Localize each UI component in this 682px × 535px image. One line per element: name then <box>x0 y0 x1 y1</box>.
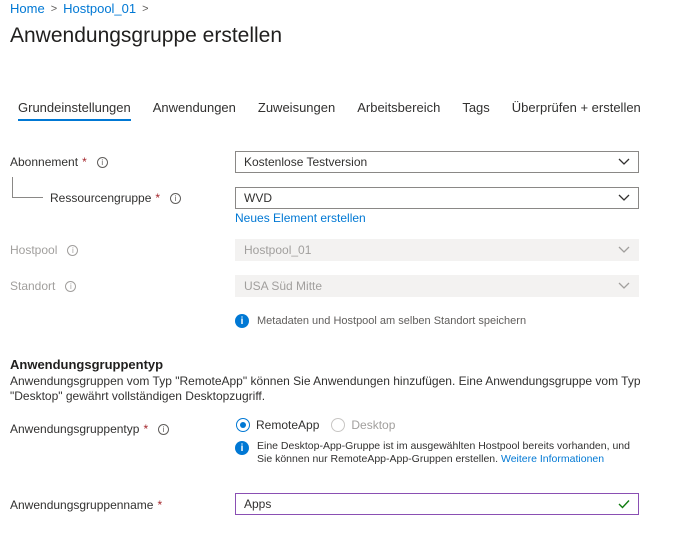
tab-ueberpruefen-erstellen[interactable]: Überprüfen + erstellen <box>512 100 641 121</box>
chevron-down-icon <box>618 282 630 289</box>
hostpool-value: Hostpool_01 <box>244 243 312 257</box>
tab-anwendungen[interactable]: Anwendungen <box>153 100 236 121</box>
breadcrumb-separator-icon: > <box>142 2 149 15</box>
location-label-text: Standort <box>10 279 56 293</box>
checkmark-icon <box>618 500 630 509</box>
required-marker: * <box>155 191 161 205</box>
tab-tags[interactable]: Tags <box>462 100 489 121</box>
section-description: Anwendungsgruppen vom Typ "RemoteApp" kö… <box>10 374 641 403</box>
resource-group-select[interactable]: WVD <box>235 187 639 209</box>
radio-desktop-label: Desktop <box>351 418 396 432</box>
app-group-type-radio-group: RemoteApp Desktop <box>236 418 395 432</box>
info-filled-icon: i <box>235 314 249 328</box>
info-icon[interactable]: i <box>96 156 108 168</box>
info-filled-icon: i <box>235 441 249 455</box>
required-marker: * <box>157 498 163 512</box>
app-group-type-label: Anwendungsgruppentyp * i <box>10 422 170 436</box>
section-heading-app-group-type: Anwendungsgruppentyp <box>10 357 164 372</box>
app-group-name-label-text: Anwendungsgruppenname <box>10 498 154 512</box>
app-group-type-note-text: Eine Desktop-App-Gruppe ist im ausgewähl… <box>257 440 635 466</box>
breadcrumb: Home > Hostpool_01 > <box>10 1 149 16</box>
info-icon[interactable]: i <box>67 244 79 256</box>
breadcrumb-home[interactable]: Home <box>10 1 45 16</box>
breadcrumb-hostpool[interactable]: Hostpool_01 <box>63 1 136 16</box>
location-select: USA Süd Mitte <box>235 275 639 297</box>
subscription-label: Abonnement * i <box>10 155 108 169</box>
subscription-select[interactable]: Kostenlose Testversion <box>235 151 639 173</box>
tab-arbeitsbereich[interactable]: Arbeitsbereich <box>357 100 440 121</box>
subscription-value: Kostenlose Testversion <box>244 155 368 169</box>
info-icon[interactable]: i <box>65 280 77 292</box>
page-title: Anwendungsgruppe erstellen <box>10 24 283 47</box>
create-new-resource-group-link[interactable]: Neues Element erstellen <box>235 211 366 225</box>
resource-group-label: Ressourcengruppe * i <box>50 191 182 205</box>
app-group-name-value: Apps <box>244 497 272 511</box>
app-group-type-label-text: Anwendungsgruppentyp <box>10 422 140 436</box>
learn-more-link[interactable]: Weitere Informationen <box>501 453 604 465</box>
tab-zuweisungen[interactable]: Zuweisungen <box>258 100 335 121</box>
chevron-down-icon <box>618 194 630 201</box>
app-group-name-input[interactable]: Apps <box>235 493 639 515</box>
hostpool-label: Hostpool i <box>10 243 79 257</box>
hostpool-label-text: Hostpool <box>10 243 58 257</box>
radio-remoteapp[interactable]: RemoteApp <box>236 418 319 432</box>
app-group-name-label: Anwendungsgruppenname * <box>10 498 162 512</box>
hostpool-select: Hostpool_01 <box>235 239 639 261</box>
subscription-label-text: Abonnement <box>10 155 79 169</box>
resource-group-label-text: Ressourcengruppe <box>50 191 152 205</box>
tree-connector <box>12 177 43 198</box>
required-marker: * <box>82 155 87 169</box>
chevron-down-icon <box>618 158 630 165</box>
info-icon[interactable]: i <box>158 423 170 435</box>
radio-selected-icon <box>236 418 250 432</box>
required-marker: * <box>143 422 149 436</box>
radio-unselected-icon <box>331 418 346 432</box>
tab-bar: Grundeinstellungen Anwendungen Zuweisung… <box>10 100 663 121</box>
location-note-text: Metadaten und Hostpool am selben Standor… <box>257 315 527 327</box>
location-value: USA Süd Mitte <box>244 279 323 293</box>
app-group-type-info-note: i Eine Desktop-App-Gruppe ist im ausgewä… <box>235 440 635 466</box>
radio-remoteapp-label: RemoteApp <box>256 418 320 432</box>
info-icon[interactable]: i <box>170 192 182 204</box>
breadcrumb-separator-icon: > <box>50 2 58 15</box>
radio-desktop: Desktop <box>331 418 395 432</box>
location-info-note: i Metadaten und Hostpool am selben Stand… <box>235 314 526 328</box>
resource-group-value: WVD <box>244 191 272 205</box>
tab-grundeinstellungen[interactable]: Grundeinstellungen <box>18 100 131 121</box>
location-label: Standort i <box>10 279 77 293</box>
chevron-down-icon <box>618 246 630 253</box>
